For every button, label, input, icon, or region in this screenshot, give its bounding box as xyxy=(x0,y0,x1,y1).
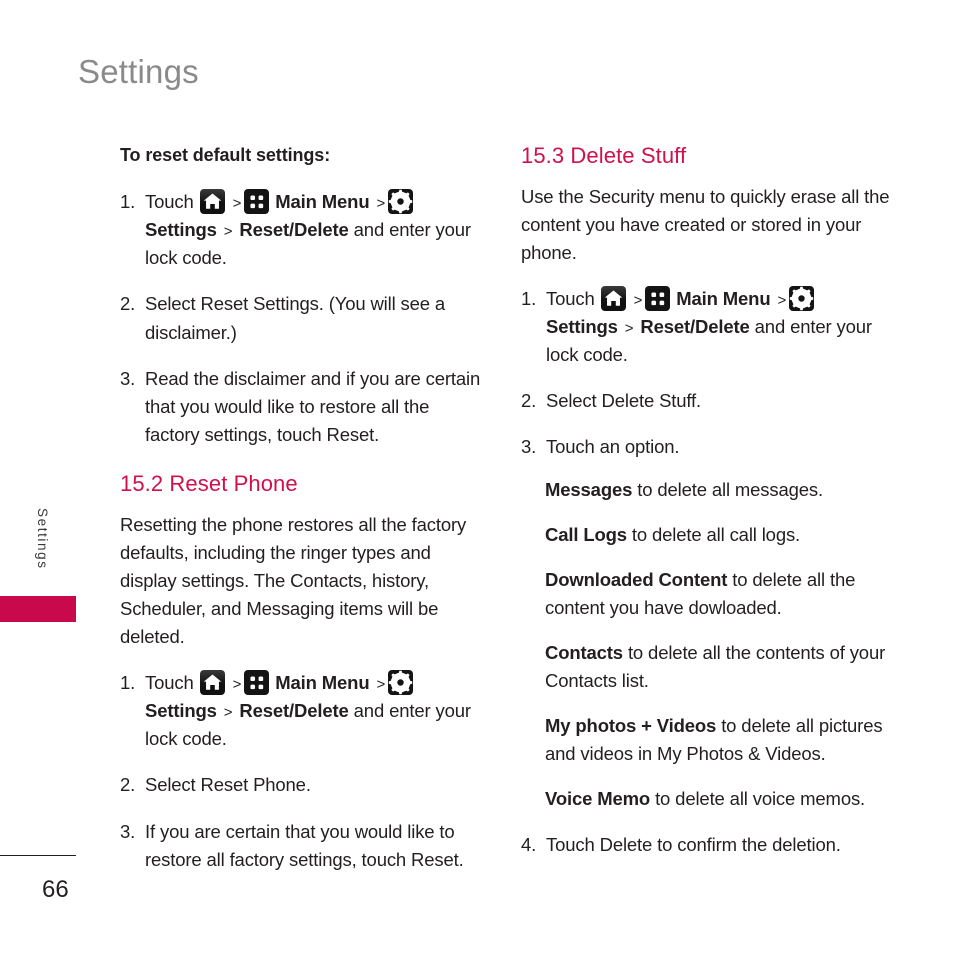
step-number: 2. xyxy=(120,774,136,796)
main-menu-grid-icon xyxy=(244,189,270,215)
step-number: 3. xyxy=(120,820,136,842)
delete-option-label: My photos + Videos xyxy=(545,715,717,737)
step-number: 2. xyxy=(521,390,537,412)
path-separator: > xyxy=(223,223,233,241)
page-number: 66 xyxy=(42,876,69,903)
step-item: 3. Touch an option. xyxy=(521,433,891,461)
step-text: Read the disclaimer and if you are certa… xyxy=(145,367,481,445)
menu-path-term: Settings xyxy=(145,219,217,241)
step-item: 4. Touch Delete to confirm the deletion. xyxy=(521,831,891,859)
home-icon xyxy=(199,189,225,215)
step-text: Select Reset Settings. (You will see a d… xyxy=(145,293,446,343)
step-text: Select Reset Phone. xyxy=(145,774,311,796)
step-item: 3. If you are certain that you would like… xyxy=(120,818,485,874)
delete-option-label: Messages xyxy=(545,478,633,500)
settings-gear-icon xyxy=(789,286,815,312)
step-number: 1. xyxy=(521,288,537,310)
path-separator: > xyxy=(376,676,386,694)
step-item: 2. Select Delete Stuff. xyxy=(521,387,891,415)
section-body-reset-phone: Resetting the phone restores all the fac… xyxy=(120,513,467,648)
step-text: Touch > Main Menu > Settings > Reset/Del… xyxy=(145,189,471,269)
menu-path-term: Reset/Delete xyxy=(239,700,349,722)
step-item: 3. Read the disclaimer and if you are cer… xyxy=(120,365,485,449)
main-menu-grid-icon xyxy=(244,670,270,696)
delete-option-label: Call Logs xyxy=(545,523,627,545)
step-text: Touch > Main Menu > Settings > Reset/Del… xyxy=(546,286,872,366)
step-item: 2. Select Reset Settings. (You will see a… xyxy=(120,290,485,346)
path-separator: > xyxy=(232,195,242,213)
path-separator: > xyxy=(624,320,634,338)
footer-rule xyxy=(0,855,76,856)
menu-path-term: Main Menu xyxy=(676,288,771,310)
menu-path-term: Main Menu xyxy=(275,672,370,694)
delete-option-item: Contacts to delete all the contents of y… xyxy=(545,642,886,692)
step-text: Touch Delete to confirm the deletion. xyxy=(546,833,841,855)
path-separator: > xyxy=(232,676,242,694)
menu-path-term: Reset/Delete xyxy=(239,219,349,241)
delete-option-label: Downloaded Content xyxy=(545,568,728,590)
settings-gear-icon xyxy=(388,189,414,215)
step-text: If you are certain that you would like t… xyxy=(145,820,464,870)
delete-options-list: Messages to delete all messages. Call Log… xyxy=(521,476,891,814)
main-menu-grid-icon xyxy=(645,286,671,312)
delete-option-item: Downloaded Content to delete all the con… xyxy=(545,568,856,618)
lead-in-text: To reset default settings: xyxy=(120,145,331,165)
delete-option-item: Messages to delete all messages. xyxy=(545,478,824,500)
steps-reset-default: 1. Touch > Main Menu > Settings > Reset/D… xyxy=(120,188,485,449)
step-number: 4. xyxy=(521,833,537,855)
menu-path-term: Settings xyxy=(145,700,217,722)
delete-option-item: My photos + Videos to delete all picture… xyxy=(545,715,883,765)
delete-option-label: Voice Memo xyxy=(545,788,651,810)
step-item: 2. Select Reset Phone. xyxy=(120,771,485,799)
side-tab-accent-bar xyxy=(0,596,76,622)
menu-path-term: Reset/Delete xyxy=(640,316,750,338)
step-item: 1. Touch > Main Menu > Settings > Reset/D… xyxy=(521,285,891,369)
step-number: 3. xyxy=(521,436,537,458)
steps-delete-stuff-final: 4. Touch Delete to confirm the deletion. xyxy=(521,831,891,859)
path-separator: > xyxy=(633,292,643,310)
menu-path-term: Main Menu xyxy=(275,191,370,213)
delete-option-label: Contacts xyxy=(545,642,623,664)
step-text: Touch an option. xyxy=(546,436,680,458)
step-number: 2. xyxy=(120,293,136,315)
steps-reset-phone: 1. Touch > Main Menu > Settings > Reset/D… xyxy=(120,669,485,874)
home-icon xyxy=(199,670,225,696)
path-separator: > xyxy=(223,704,233,722)
step-number: 1. xyxy=(120,191,136,213)
side-tab-label: Settings xyxy=(35,508,50,570)
page-title: Settings xyxy=(78,53,199,90)
delete-option-item: Voice Memo to delete all voice memos. xyxy=(545,788,866,810)
section-heading-reset-phone: 15.2 Reset Phone xyxy=(120,470,298,496)
step-number: 3. xyxy=(120,367,136,389)
step-item: 1. Touch > Main Menu > Settings > Reset/D… xyxy=(120,188,485,272)
delete-option-item: Call Logs to delete all call logs. xyxy=(545,523,801,545)
path-separator: > xyxy=(376,195,386,213)
steps-delete-stuff: 1. Touch > Main Menu > Settings > Reset/D… xyxy=(521,285,891,462)
step-text: Select Delete Stuff. xyxy=(546,390,702,412)
step-number: 1. xyxy=(120,672,136,694)
home-icon xyxy=(600,286,626,312)
section-body-delete-stuff: Use the Security menu to quickly erase a… xyxy=(521,186,890,264)
right-column: 15.3 Delete Stuff Use the Security menu … xyxy=(521,143,891,859)
left-column: To reset default settings: 1. Touch > Mai… xyxy=(120,143,485,874)
menu-path-term: Settings xyxy=(546,316,618,338)
step-item: 1. Touch > Main Menu > Settings > Reset/D… xyxy=(120,669,485,753)
path-separator: > xyxy=(777,292,787,310)
settings-gear-icon xyxy=(388,670,414,696)
section-heading-delete-stuff: 15.3 Delete Stuff xyxy=(521,143,687,168)
step-text: Touch > Main Menu > Settings > Reset/Del… xyxy=(145,670,471,750)
